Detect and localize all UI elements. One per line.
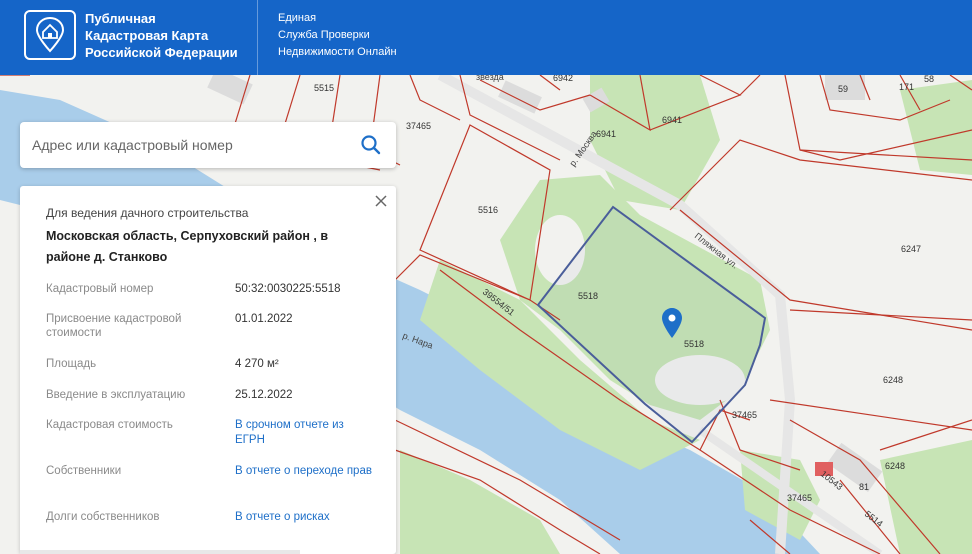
- header-bar: Публичная Кадастровая Карта Российской Ф…: [0, 0, 972, 75]
- map-label: 5518: [684, 339, 704, 349]
- map-label: 5515: [314, 83, 334, 93]
- map-label: 6248: [885, 461, 905, 471]
- owner-debts-link[interactable]: В отчете о рисках: [235, 510, 375, 525]
- header-divider: [257, 0, 258, 75]
- parcel-address: Московская область, Серпуховский район ,…: [46, 229, 329, 264]
- close-icon[interactable]: [374, 194, 388, 208]
- service-line: Недвижимости Онлайн: [278, 46, 397, 58]
- service-line: Единая: [278, 12, 317, 24]
- map-label: 6941: [596, 129, 616, 139]
- cadastral-number-label: Кадастровый номер: [46, 283, 154, 295]
- owner-debts-label: Долги собственников: [46, 511, 160, 523]
- cadastral-number-value: 50:32:0030225:5518: [235, 283, 341, 295]
- owners-link[interactable]: В отчете о переходе прав: [235, 464, 375, 479]
- valuation-date-label: Присвоение кадастровой стоимости: [46, 313, 182, 339]
- search-box: [20, 122, 396, 168]
- map-label: 37465: [732, 410, 757, 420]
- map-label: 6247: [901, 244, 921, 254]
- map-label: 6248: [883, 375, 903, 385]
- parcel-info-card: Для ведения дачного строительства Москов…: [20, 186, 396, 554]
- cadastral-value-label: Кадастровая стоимость: [46, 419, 173, 431]
- map-label: 171: [899, 82, 914, 92]
- parcel-purpose: Для ведения дачного строительства: [46, 206, 249, 220]
- map-label: 81: [859, 482, 869, 492]
- brand-line: Кадастровая Карта: [85, 28, 209, 43]
- map-label: 37465: [787, 493, 812, 503]
- map-label: 6941: [662, 115, 682, 125]
- commission-date-label: Введение в эксплуатацию: [46, 389, 186, 401]
- service-link[interactable]: Единая Служба Проверки Недвижимости Онла…: [278, 10, 397, 61]
- owners-label: Собственники: [46, 465, 122, 477]
- map-label: 5516: [478, 205, 498, 215]
- area-label: Площадь: [46, 358, 97, 370]
- valuation-date-value: 01.01.2022: [235, 313, 293, 325]
- brand-title[interactable]: Публичная Кадастровая Карта Российской Ф…: [85, 10, 238, 61]
- logo-icon[interactable]: [24, 10, 76, 60]
- map-label: 59: [838, 84, 848, 94]
- map-label: 37465: [406, 121, 431, 131]
- map-label: 58: [924, 74, 934, 84]
- brand-line: Публичная: [85, 11, 156, 26]
- card-bottom-bar: [20, 550, 300, 554]
- map-label: 5518: [578, 291, 598, 301]
- search-input[interactable]: [20, 137, 340, 153]
- area-value: 4 270 м²: [235, 358, 279, 370]
- service-line: Служба Проверки: [278, 29, 370, 41]
- commission-date-value: 25.12.2022: [235, 389, 293, 401]
- brand-line: Российской Федерации: [85, 45, 238, 60]
- cadastral-value-link[interactable]: В срочном отчете из ЕГРН: [235, 418, 375, 448]
- search-icon[interactable]: [360, 134, 382, 156]
